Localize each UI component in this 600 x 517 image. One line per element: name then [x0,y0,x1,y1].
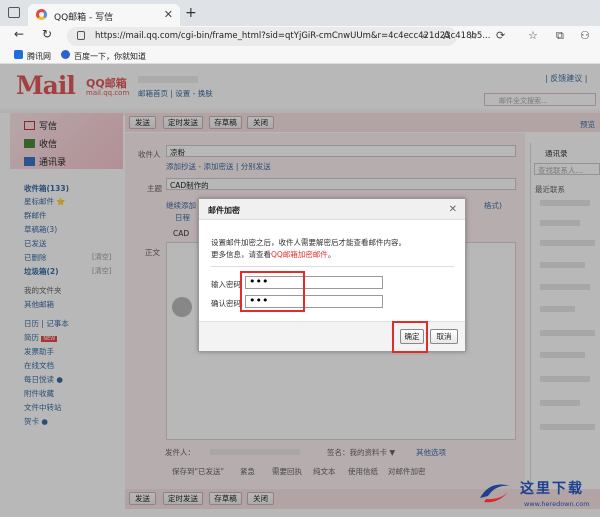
new-tab-icon[interactable]: + [185,5,197,21]
dialog-divider [211,266,454,267]
dialog-close-icon[interactable]: ✕ [449,204,457,215]
dialog-title: 邮件加密 [199,199,465,220]
dialog-more-info: 更多信息，请查看QQ邮箱加密邮件。 [211,249,335,260]
tencent-icon [14,50,23,59]
encrypt-help-link[interactable]: QQ邮箱加密邮件 [271,250,328,259]
watermark-logo-icon [480,484,510,503]
confirm-password-label: 确认密码 [211,299,241,308]
search-icon[interactable]: ⌕ [422,29,428,43]
favorites-list-icon[interactable]: ☆ [528,29,538,42]
highlight-password-fields [240,271,305,312]
lock-icon [77,31,85,40]
more-info-prefix: 更多信息，请查看 [211,250,271,259]
bookmark-baidu[interactable]: 百度一下，你就知道 [74,51,146,62]
back-icon[interactable]: ← [14,27,24,41]
read-aloud-icon[interactable]: A [443,29,451,42]
extension-icon[interactable]: ⟳ [496,29,505,42]
collections-icon[interactable]: ⧉ [556,29,564,43]
password-label: 输入密码 [211,280,241,289]
watermark-name: 这里下载 [520,481,584,497]
watermark-url: www.heredown.com [524,500,590,508]
bookmark-tencent[interactable]: 腾讯网 [27,51,51,62]
refresh-icon[interactable]: ↻ [42,27,52,41]
tab-actions-icon[interactable] [8,7,20,18]
chrome-favicon-icon [36,9,47,20]
profile-icon[interactable]: ⚇ [580,29,590,42]
tab-qqmail[interactable]: QQ邮箱 - 写信 ✕ [28,4,180,26]
tab-title: QQ邮箱 - 写信 [54,13,114,23]
baidu-icon [61,50,70,59]
cancel-button[interactable]: 取消 [430,329,458,344]
close-tab-icon[interactable]: ✕ [164,8,173,21]
dialog-desc: 设置邮件加密之后，收件人需要解密后才能查看邮件内容。 [211,238,406,247]
more-info-suffix: 。 [327,250,336,259]
highlight-ok-button [392,321,428,353]
favorite-icon[interactable]: ☆ [468,29,478,42]
url-text: https://mail.qq.com/cgi-bin/frame_html?s… [95,31,491,41]
